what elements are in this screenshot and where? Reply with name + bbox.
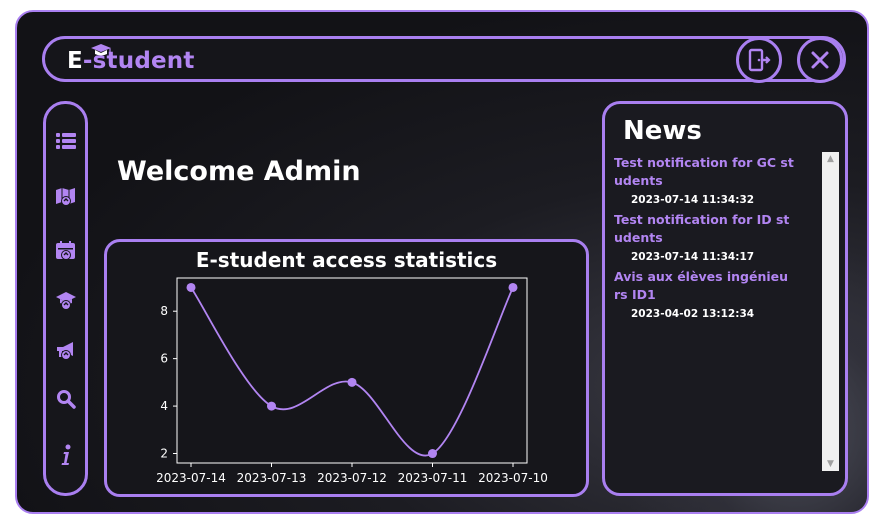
news-panel: News Test notification for GC students 20… xyxy=(602,101,848,496)
close-button[interactable] xyxy=(797,37,843,83)
news-item-date: 2023-07-14 11:34:17 xyxy=(631,251,755,263)
news-item[interactable]: Avis aux élèves ingénieurs ID1 2023-04-02… xyxy=(614,268,814,321)
calendar-upload-icon[interactable] xyxy=(55,240,77,262)
logout-door-icon xyxy=(748,48,771,72)
search-icon[interactable] xyxy=(55,388,77,410)
x-tick-label: 2023-07-14 xyxy=(156,471,226,485)
news-item-date: 2023-04-02 13:12:34 xyxy=(631,308,755,320)
graduation-cap-icon xyxy=(91,44,111,56)
news-item[interactable]: Test notification for GC students 2023-07… xyxy=(614,154,814,207)
data-point xyxy=(347,377,357,387)
data-point xyxy=(508,282,518,292)
statistics-chart-card: E-student access statistics 2 4 6 8 2023-07-… xyxy=(104,239,589,497)
scroll-down-arrow-icon[interactable]: ▼ xyxy=(822,457,839,471)
data-point xyxy=(428,449,437,459)
news-list: Test notification for GC students 2023-07… xyxy=(614,154,814,325)
scroll-up-arrow-icon[interactable]: ▲ xyxy=(822,152,839,166)
news-scrollbar[interactable]: ▲ ▼ xyxy=(822,152,839,471)
header-bar: E-student xyxy=(42,36,846,82)
list-icon[interactable] xyxy=(55,130,77,152)
news-item-title[interactable]: Test notification for ID students xyxy=(614,211,794,247)
plot-area xyxy=(176,277,528,464)
brand-name-initial: E xyxy=(67,48,83,74)
x-tick-label: 2023-07-13 xyxy=(237,471,307,485)
news-item-title[interactable]: Avis aux élèves ingénieurs ID1 xyxy=(614,268,794,304)
x-tick-label: 2023-07-12 xyxy=(317,471,387,485)
close-x-icon xyxy=(811,51,829,69)
x-tick-label: 2023-07-10 xyxy=(478,471,548,485)
info-icon[interactable] xyxy=(55,444,77,466)
sidebar xyxy=(43,101,88,496)
news-title: News xyxy=(623,116,702,146)
welcome-heading: Welcome Admin xyxy=(117,156,361,187)
data-point xyxy=(267,401,276,411)
graduation-cap-upload-icon[interactable] xyxy=(55,290,77,312)
y-tick-label: 2 xyxy=(160,447,168,461)
statistics-chart: 2 4 6 8 2023-07-14 2023-07-13 2023-07-12 2023-0… xyxy=(156,277,548,485)
y-tick-label: 8 xyxy=(160,304,168,318)
news-item-title[interactable]: Test notification for GC students xyxy=(614,154,794,190)
x-tick-label: 2023-07-11 xyxy=(398,471,468,485)
news-item[interactable]: Test notification for ID students 2023-07… xyxy=(614,211,814,264)
data-point xyxy=(186,282,196,292)
logout-button[interactable] xyxy=(736,37,782,83)
news-item-date: 2023-07-14 11:34:32 xyxy=(631,194,755,206)
brand-name: E-student xyxy=(67,48,195,74)
app-window: E-student Welcome Admin E-student access… xyxy=(15,10,869,514)
brand-logo: E-student xyxy=(67,43,195,79)
map-upload-icon[interactable] xyxy=(55,186,77,208)
y-tick-label: 4 xyxy=(160,399,168,413)
megaphone-upload-icon[interactable] xyxy=(55,340,77,362)
y-tick-label: 6 xyxy=(160,352,168,366)
